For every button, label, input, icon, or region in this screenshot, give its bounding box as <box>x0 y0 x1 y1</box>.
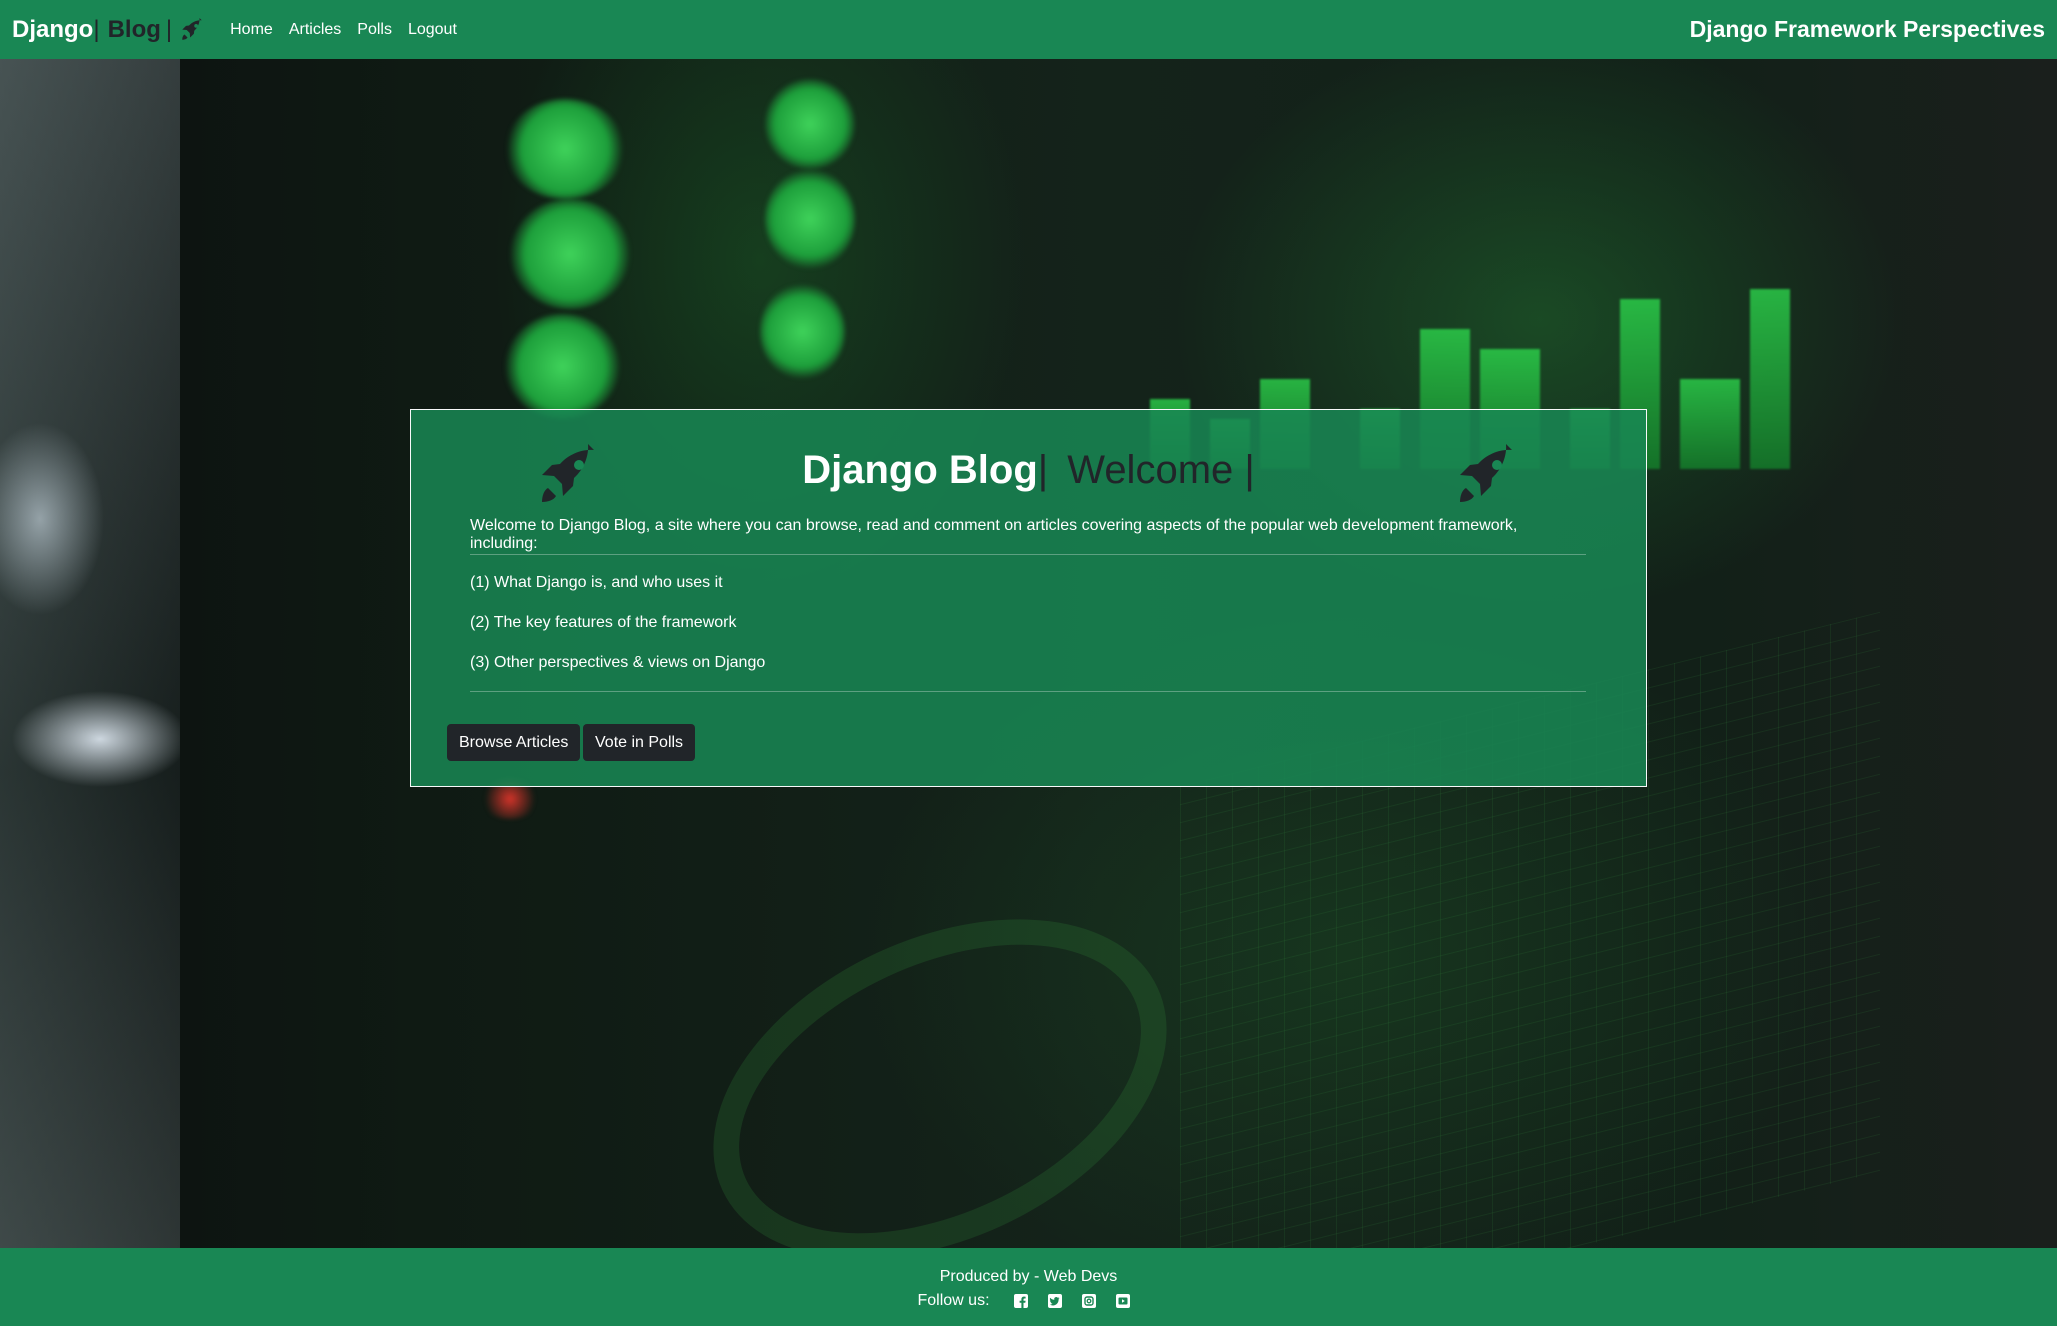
list-item: (3) Other perspectives & views on Django <box>470 654 766 671</box>
title-welcome: Welcome | <box>1067 448 1255 492</box>
card-header: Django Blog| Welcome | <box>411 430 1646 502</box>
rocket-icon <box>182 17 202 40</box>
footer: Produced by - Web Devs Follow us: <box>0 1248 2057 1326</box>
footer-credit: Produced by - Web Devs <box>939 1268 1118 1285</box>
background-glare <box>0 59 180 1248</box>
nav-links: Home Articles Polls Logout <box>222 21 465 39</box>
site-tagline: Django Framework Perspectives <box>1689 16 2045 42</box>
title-separator: | <box>1037 448 1049 492</box>
rocket-icon <box>1460 444 1512 502</box>
navbar: Django | Blog | Home Articles Polls Logo… <box>0 0 2057 59</box>
instagram-icon[interactable] <box>1081 1293 1097 1309</box>
nav-link-articles[interactable]: Articles <box>289 21 341 39</box>
brand-link[interactable]: Django | Blog | <box>12 16 204 44</box>
background-light <box>505 99 625 199</box>
background-light <box>765 79 855 169</box>
intro-text: Welcome to Django Blog, a site where you… <box>470 517 1518 552</box>
brand-separator: | <box>93 15 100 43</box>
background-wave <box>659 851 1221 1248</box>
background-light <box>510 199 630 309</box>
nav-link-home[interactable]: Home <box>230 21 273 39</box>
vote-in-polls-button[interactable]: Vote in Polls <box>583 724 696 761</box>
background-light <box>505 314 620 419</box>
background-light <box>765 169 855 269</box>
browse-articles-button[interactable]: Browse Articles <box>447 724 581 761</box>
twitter-icon[interactable] <box>1047 1293 1063 1309</box>
footer-follow: Follow us: <box>0 1292 2057 1310</box>
nav-link-logout[interactable]: Logout <box>408 21 457 39</box>
welcome-card: Django Blog| Welcome | Welcome to Django… <box>410 409 1647 787</box>
list-item: (1) What Django is, and who uses it <box>470 574 723 591</box>
brand-separator: | <box>165 15 173 43</box>
list-item: (2) The key features of the framework <box>470 614 737 631</box>
follow-label: Follow us: <box>917 1292 990 1309</box>
nav-link-polls[interactable]: Polls <box>357 21 392 39</box>
brand-blog: Blog <box>107 15 161 43</box>
divider <box>470 554 1586 555</box>
brand-main: Django <box>12 15 94 43</box>
divider <box>470 691 1586 692</box>
facebook-icon[interactable] <box>1013 1293 1029 1309</box>
background-light <box>760 284 845 379</box>
title-main: Django Blog <box>802 448 1038 492</box>
youtube-icon[interactable] <box>1115 1293 1131 1309</box>
